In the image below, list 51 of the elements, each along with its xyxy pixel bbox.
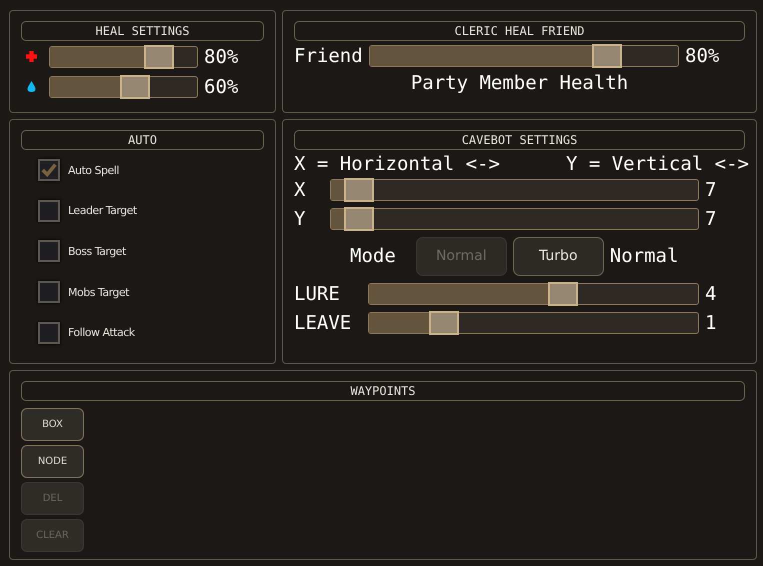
slider-label: Friend <box>294 44 363 66</box>
checkbox[interactable] <box>38 200 60 222</box>
mode-button[interactable]: Turbo <box>512 236 604 276</box>
waypoint-button[interactable]: NODE <box>21 445 84 478</box>
slider-thumb[interactable] <box>344 178 374 202</box>
checkbox[interactable] <box>38 240 60 262</box>
checkbox-label: Leader Target <box>68 204 137 218</box>
slider-label: Y <box>294 208 306 230</box>
slider-value: 80% <box>685 44 720 66</box>
slider[interactable] <box>49 76 198 98</box>
slider[interactable] <box>368 282 699 304</box>
slider[interactable] <box>330 208 699 230</box>
mode-value: Normal <box>610 245 678 267</box>
drop-icon <box>26 81 37 92</box>
panel-title: CAVEBOT SETTINGS <box>294 130 745 150</box>
caption: Party Member Health <box>410 72 628 94</box>
waypoint-button[interactable]: BOX <box>21 408 84 441</box>
slider-thumb[interactable] <box>144 44 174 68</box>
slider-thumb[interactable] <box>428 310 459 334</box>
checkbox-label: Auto Spell <box>68 164 119 177</box>
legend-text: X = Horizontal <-> <box>294 153 500 175</box>
mode-label: Mode <box>350 245 396 267</box>
checkbox-label: Mobs Target <box>68 286 129 299</box>
slider[interactable] <box>368 312 699 334</box>
slider-thumb[interactable] <box>548 282 578 306</box>
panel-title: HEAL SETTINGS <box>21 21 264 41</box>
slider-thumb[interactable] <box>344 206 374 230</box>
slider[interactable] <box>330 178 699 200</box>
slider-thumb[interactable] <box>592 44 622 68</box>
slider-value: 1 <box>705 312 718 334</box>
slider-value: 60% <box>204 76 240 98</box>
slider-value: 80% <box>204 46 240 68</box>
checkbox[interactable] <box>38 322 60 344</box>
panel-title: WAYPOINTS <box>21 381 745 401</box>
slider-value: 4 <box>705 282 718 304</box>
slider-thumb[interactable] <box>120 74 150 98</box>
checkbox-label: Boss Target <box>68 244 126 258</box>
slider-value: 7 <box>705 178 718 200</box>
slider-value: 7 <box>705 208 718 230</box>
checkbox-label: Follow Attack <box>68 326 135 340</box>
slider[interactable] <box>368 44 679 66</box>
panel-title: AUTO <box>21 130 264 150</box>
slider[interactable] <box>49 46 198 68</box>
slider-label: LEAVE <box>294 312 352 334</box>
panel-title: CLERIC HEAL FRIEND <box>294 21 745 41</box>
checkbox[interactable] <box>38 281 60 304</box>
legend-text: Y = Vertical <-> <box>566 153 749 175</box>
cross-icon <box>26 51 37 62</box>
checkbox[interactable] <box>38 159 60 182</box>
slider-label: LURE <box>294 282 341 304</box>
slider-label: X <box>294 178 306 200</box>
